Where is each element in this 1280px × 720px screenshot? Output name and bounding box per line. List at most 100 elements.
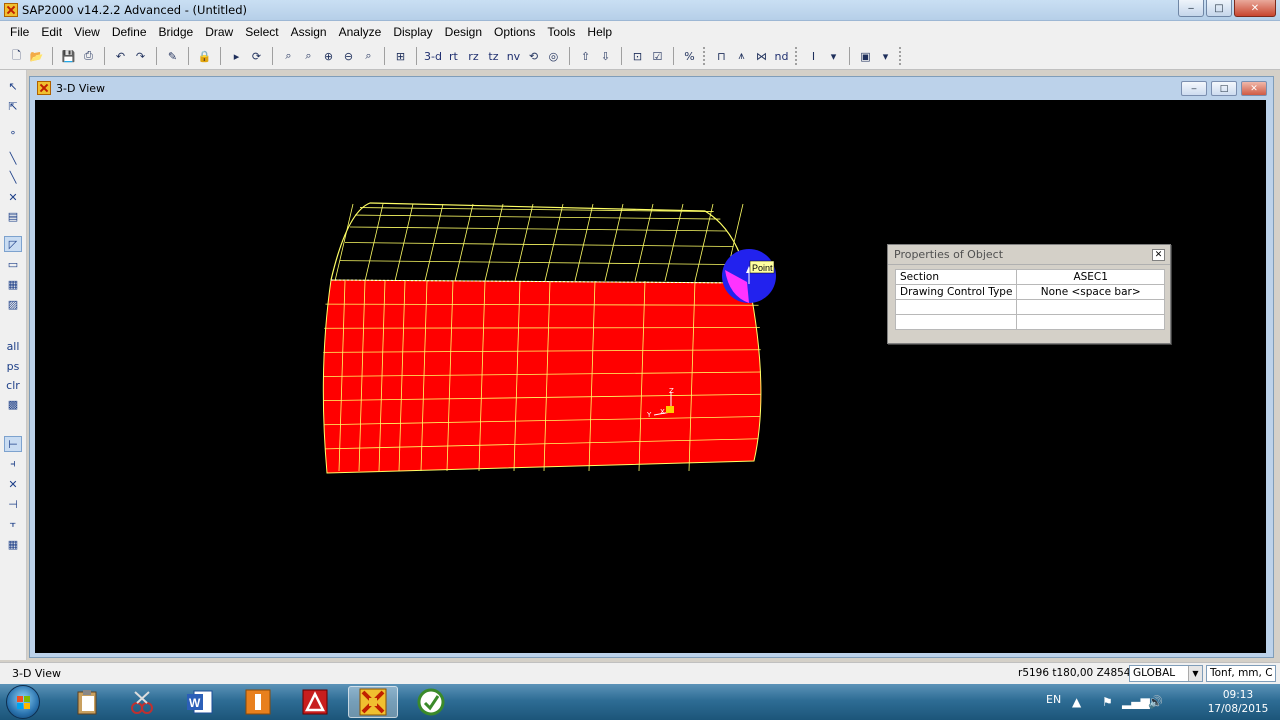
toolbar-grip[interactable]	[898, 47, 904, 65]
section-icon[interactable]: Ι	[805, 46, 822, 66]
select-all-icon[interactable]: all	[4, 338, 22, 354]
view-frame-icon[interactable]: ⊞	[392, 46, 409, 66]
taskbar-inventor[interactable]	[233, 686, 283, 718]
toolbar-grip[interactable]	[702, 47, 708, 65]
perspective-icon[interactable]: ◎	[545, 46, 562, 66]
taskbar-green-app[interactable]	[406, 686, 456, 718]
previous-select-icon[interactable]: ps	[4, 358, 22, 374]
start-button[interactable]	[6, 685, 40, 719]
redo-icon[interactable]: ↷	[132, 46, 149, 66]
menu-help[interactable]: Help	[581, 25, 618, 39]
view-3d-button[interactable]: 3-d	[424, 46, 442, 66]
pointer-icon[interactable]: ↖	[4, 78, 22, 94]
menu-bridge[interactable]: Bridge	[153, 25, 200, 39]
zoom-restore-icon[interactable]: ⌕	[300, 46, 317, 66]
view-yz-button[interactable]: tz	[485, 46, 502, 66]
property-value[interactable]: ASEC1	[1016, 269, 1165, 285]
save-icon[interactable]: 💾	[60, 46, 77, 66]
property-value[interactable]: None <space bar>	[1016, 284, 1165, 300]
run-analysis-icon[interactable]: ▸	[228, 46, 245, 66]
view-xy-button[interactable]: rt	[445, 46, 462, 66]
language-indicator[interactable]: EN	[1046, 693, 1061, 706]
menu-view[interactable]: View	[68, 25, 106, 39]
move-down-icon[interactable]: ⇩	[597, 46, 614, 66]
property-value[interactable]	[1016, 299, 1165, 315]
new-file-icon[interactable]: 🗋	[8, 46, 25, 66]
display-options-icon[interactable]: ▣	[857, 46, 874, 66]
close-button[interactable]: ✕	[1234, 0, 1276, 17]
menu-select[interactable]: Select	[239, 25, 284, 39]
system-clock[interactable]: 09:13 17/08/2015	[1198, 688, 1278, 716]
draw-brace-icon[interactable]: ⋈	[753, 46, 770, 66]
sap2000-app-icon[interactable]	[4, 3, 18, 17]
toolbar-grip[interactable]	[794, 47, 800, 65]
restore-button[interactable]: □	[1206, 0, 1232, 17]
taskbar-snipping-tool[interactable]	[117, 686, 167, 718]
draw-solid-icon[interactable]: ▨	[4, 296, 22, 312]
model-canvas[interactable]: Point Z X Y	[35, 100, 1266, 653]
draw-rect-area-icon[interactable]: ▭	[4, 256, 22, 272]
draw-point-icon[interactable]: ∘	[4, 124, 22, 140]
menu-edit[interactable]: Edit	[35, 25, 68, 39]
draw-truss-icon[interactable]: ⩚	[733, 46, 750, 66]
draw-poly-area-icon[interactable]: ◸	[4, 236, 22, 252]
menu-define[interactable]: Define	[106, 25, 153, 39]
menu-tools[interactable]: Tools	[541, 25, 581, 39]
snap-fine-grid-icon[interactable]: ▦	[4, 536, 22, 552]
zoom-pan-icon[interactable]: ⌕	[360, 46, 377, 66]
dropdown-arrow-icon[interactable]: ▾	[877, 46, 894, 66]
tray-expand-icon[interactable]: ▲	[1072, 695, 1081, 709]
lock-icon[interactable]: 🔒	[196, 46, 213, 66]
menu-draw[interactable]: Draw	[199, 25, 239, 39]
quick-draw-icon[interactable]: ▤	[4, 208, 22, 224]
refresh-icon[interactable]: ⟳	[248, 46, 265, 66]
object-shrink-icon[interactable]: ⊡	[629, 46, 646, 66]
menu-analyze[interactable]: Analyze	[333, 25, 388, 39]
properties-close-icon[interactable]: ✕	[1152, 249, 1165, 261]
minimize-button[interactable]: ‒	[1178, 0, 1204, 17]
clear-select-icon[interactable]: clr	[4, 377, 22, 393]
intersect-line-icon[interactable]: ▩	[4, 396, 22, 412]
draw-brace-icon[interactable]: ✕	[4, 189, 22, 205]
pencil-icon[interactable]: ✎	[164, 46, 181, 66]
move-up-icon[interactable]: ⇧	[577, 46, 594, 66]
units-select[interactable]: Tonf, mm, C	[1206, 665, 1276, 682]
snap-points-icon[interactable]: ⊢	[4, 436, 22, 452]
snap-intersect-icon[interactable]: ✕	[4, 476, 22, 492]
coord-system-select[interactable]: GLOBAL ▼	[1129, 665, 1203, 682]
menu-display[interactable]: Display	[387, 25, 438, 39]
view-close-button[interactable]: ✕	[1241, 81, 1267, 96]
print-icon[interactable]: ⎙	[80, 46, 97, 66]
check-icon[interactable]: ☑	[649, 46, 666, 66]
property-value[interactable]	[1016, 314, 1165, 330]
taskbar-clipboard-app[interactable]	[62, 686, 112, 718]
zoom-window-icon[interactable]: ⌕	[280, 46, 297, 66]
rotate-view-icon[interactable]: ⟲	[525, 46, 542, 66]
undo-icon[interactable]: ↶	[112, 46, 129, 66]
menu-file[interactable]: File	[4, 25, 35, 39]
properties-panel-title[interactable]: Properties of Object	[888, 245, 1170, 265]
open-folder-icon[interactable]: 📂	[28, 46, 45, 66]
snap-perpendicular-icon[interactable]: ⊣	[4, 496, 22, 512]
quick-line-icon[interactable]: ╲	[4, 169, 22, 185]
snap-ends-icon[interactable]: ⫞	[4, 456, 22, 472]
view-minimize-button[interactable]: ‒	[1181, 81, 1207, 96]
menu-options[interactable]: Options	[488, 25, 541, 39]
menu-assign[interactable]: Assign	[285, 25, 333, 39]
taskbar-autocad[interactable]	[290, 686, 340, 718]
chevron-down-icon[interactable]: ▼	[1188, 666, 1202, 681]
quick-area-icon[interactable]: ▦	[4, 276, 22, 292]
draw-line-icon[interactable]: ╲	[4, 150, 22, 166]
nd-button[interactable]: nd	[773, 46, 790, 66]
view-window-icon[interactable]	[37, 81, 51, 95]
draw-frame-icon[interactable]: ⊓	[713, 46, 730, 66]
network-icon[interactable]: ▂▄▆	[1122, 695, 1150, 709]
view-nv-button[interactable]: nv	[505, 46, 522, 66]
view-restore-button[interactable]: □	[1211, 81, 1237, 96]
taskbar-sap2000[interactable]	[348, 686, 398, 718]
action-center-icon[interactable]: ⚑	[1102, 695, 1113, 709]
snap-lines-icon[interactable]: ⫟	[4, 516, 22, 532]
percent-icon[interactable]: %	[681, 46, 698, 66]
model-drawing[interactable]: Point Z X Y	[35, 100, 1266, 653]
view-xz-button[interactable]: rz	[465, 46, 482, 66]
